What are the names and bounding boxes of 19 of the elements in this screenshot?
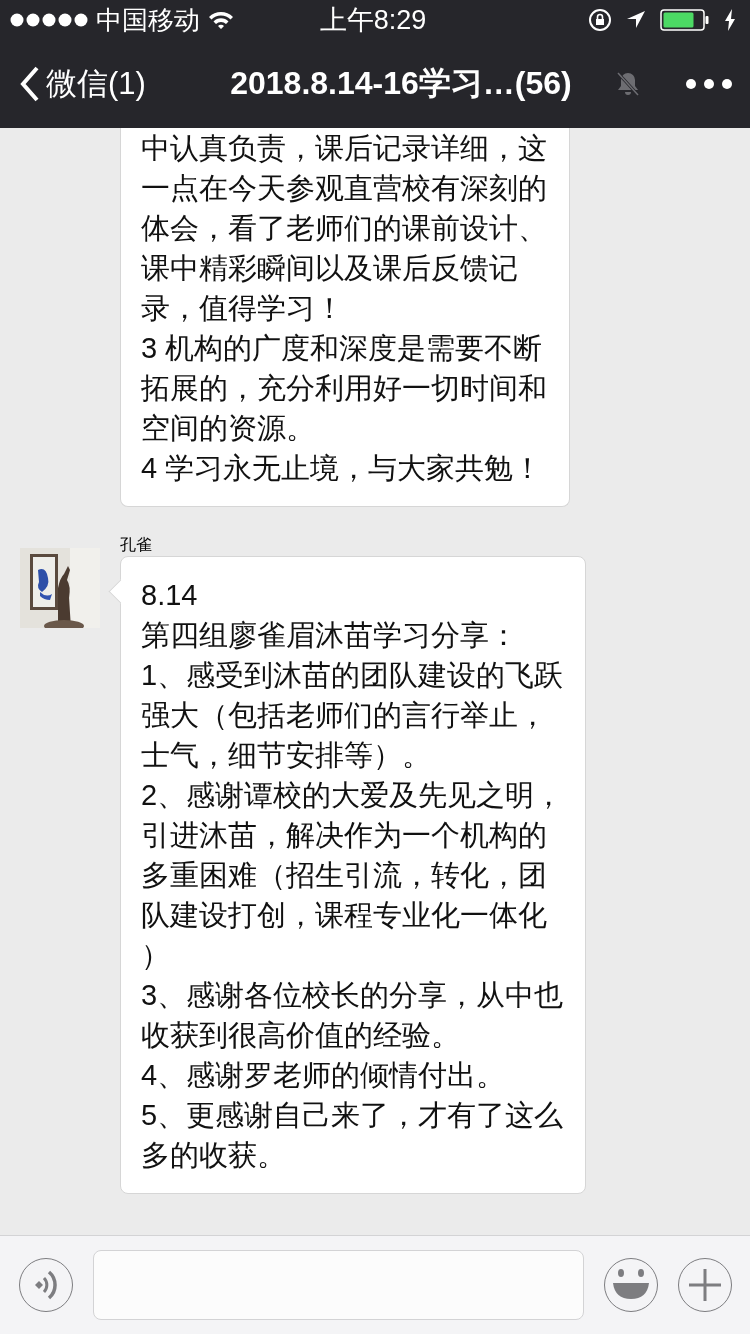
- voice-waves-icon: [33, 1269, 59, 1301]
- wifi-icon: [208, 10, 234, 30]
- battery-icon: [660, 9, 710, 31]
- back-chevron-icon: [20, 66, 40, 102]
- smiley-face-icon: [611, 1268, 651, 1302]
- rotation-lock-icon: [588, 8, 612, 32]
- location-arrow-icon: [626, 10, 646, 30]
- chat-title: 2018.8.14-16学习…(56): [229, 64, 573, 103]
- plus-icon: [689, 1269, 721, 1301]
- back-button[interactable]: 微信(1): [20, 63, 146, 105]
- more-options-icon[interactable]: [686, 79, 732, 89]
- carrier-name: 中国移动: [96, 3, 200, 37]
- sender-name: 孔雀: [120, 535, 152, 555]
- message-text: 中认真负责，课后记录详细，这 一点在今天参观直营校有深刻的 体会，看了老师们的课前设计、 课中精彩瞬间以及课后反馈记 录，值得学习！ 3 机构的广度和深度是需要不断 拓展的，充分利用好一切时间和 空间的资源。 4 学习永无止境，与大家共勉！: [141, 131, 547, 486]
- signal-icon: [10, 13, 88, 27]
- message-text: 8.14 第四组廖雀眉沐苗学习分享： 1、感受到沐苗的团队建设的飞跃 强大（包括老师们的言行举止， 士气，细节安排等）。 2、感谢谭校的大爱及先见之明， 引进沐苗，解决作为一个机构的 多重困难（招生引流，转化，团 队建设打创，课程专业化一体化 ） 3、感谢各位校长的分享，从中也 收获到很高价值的经验。 4、感谢罗老师的倾情付出。 5、更感谢自己来了，才有了这么 多的收获。: [141, 578, 564, 1173]
- message-input[interactable]: [93, 1250, 584, 1320]
- charging-bolt-icon: [724, 9, 736, 31]
- status-time: 上午8:29: [319, 5, 427, 35]
